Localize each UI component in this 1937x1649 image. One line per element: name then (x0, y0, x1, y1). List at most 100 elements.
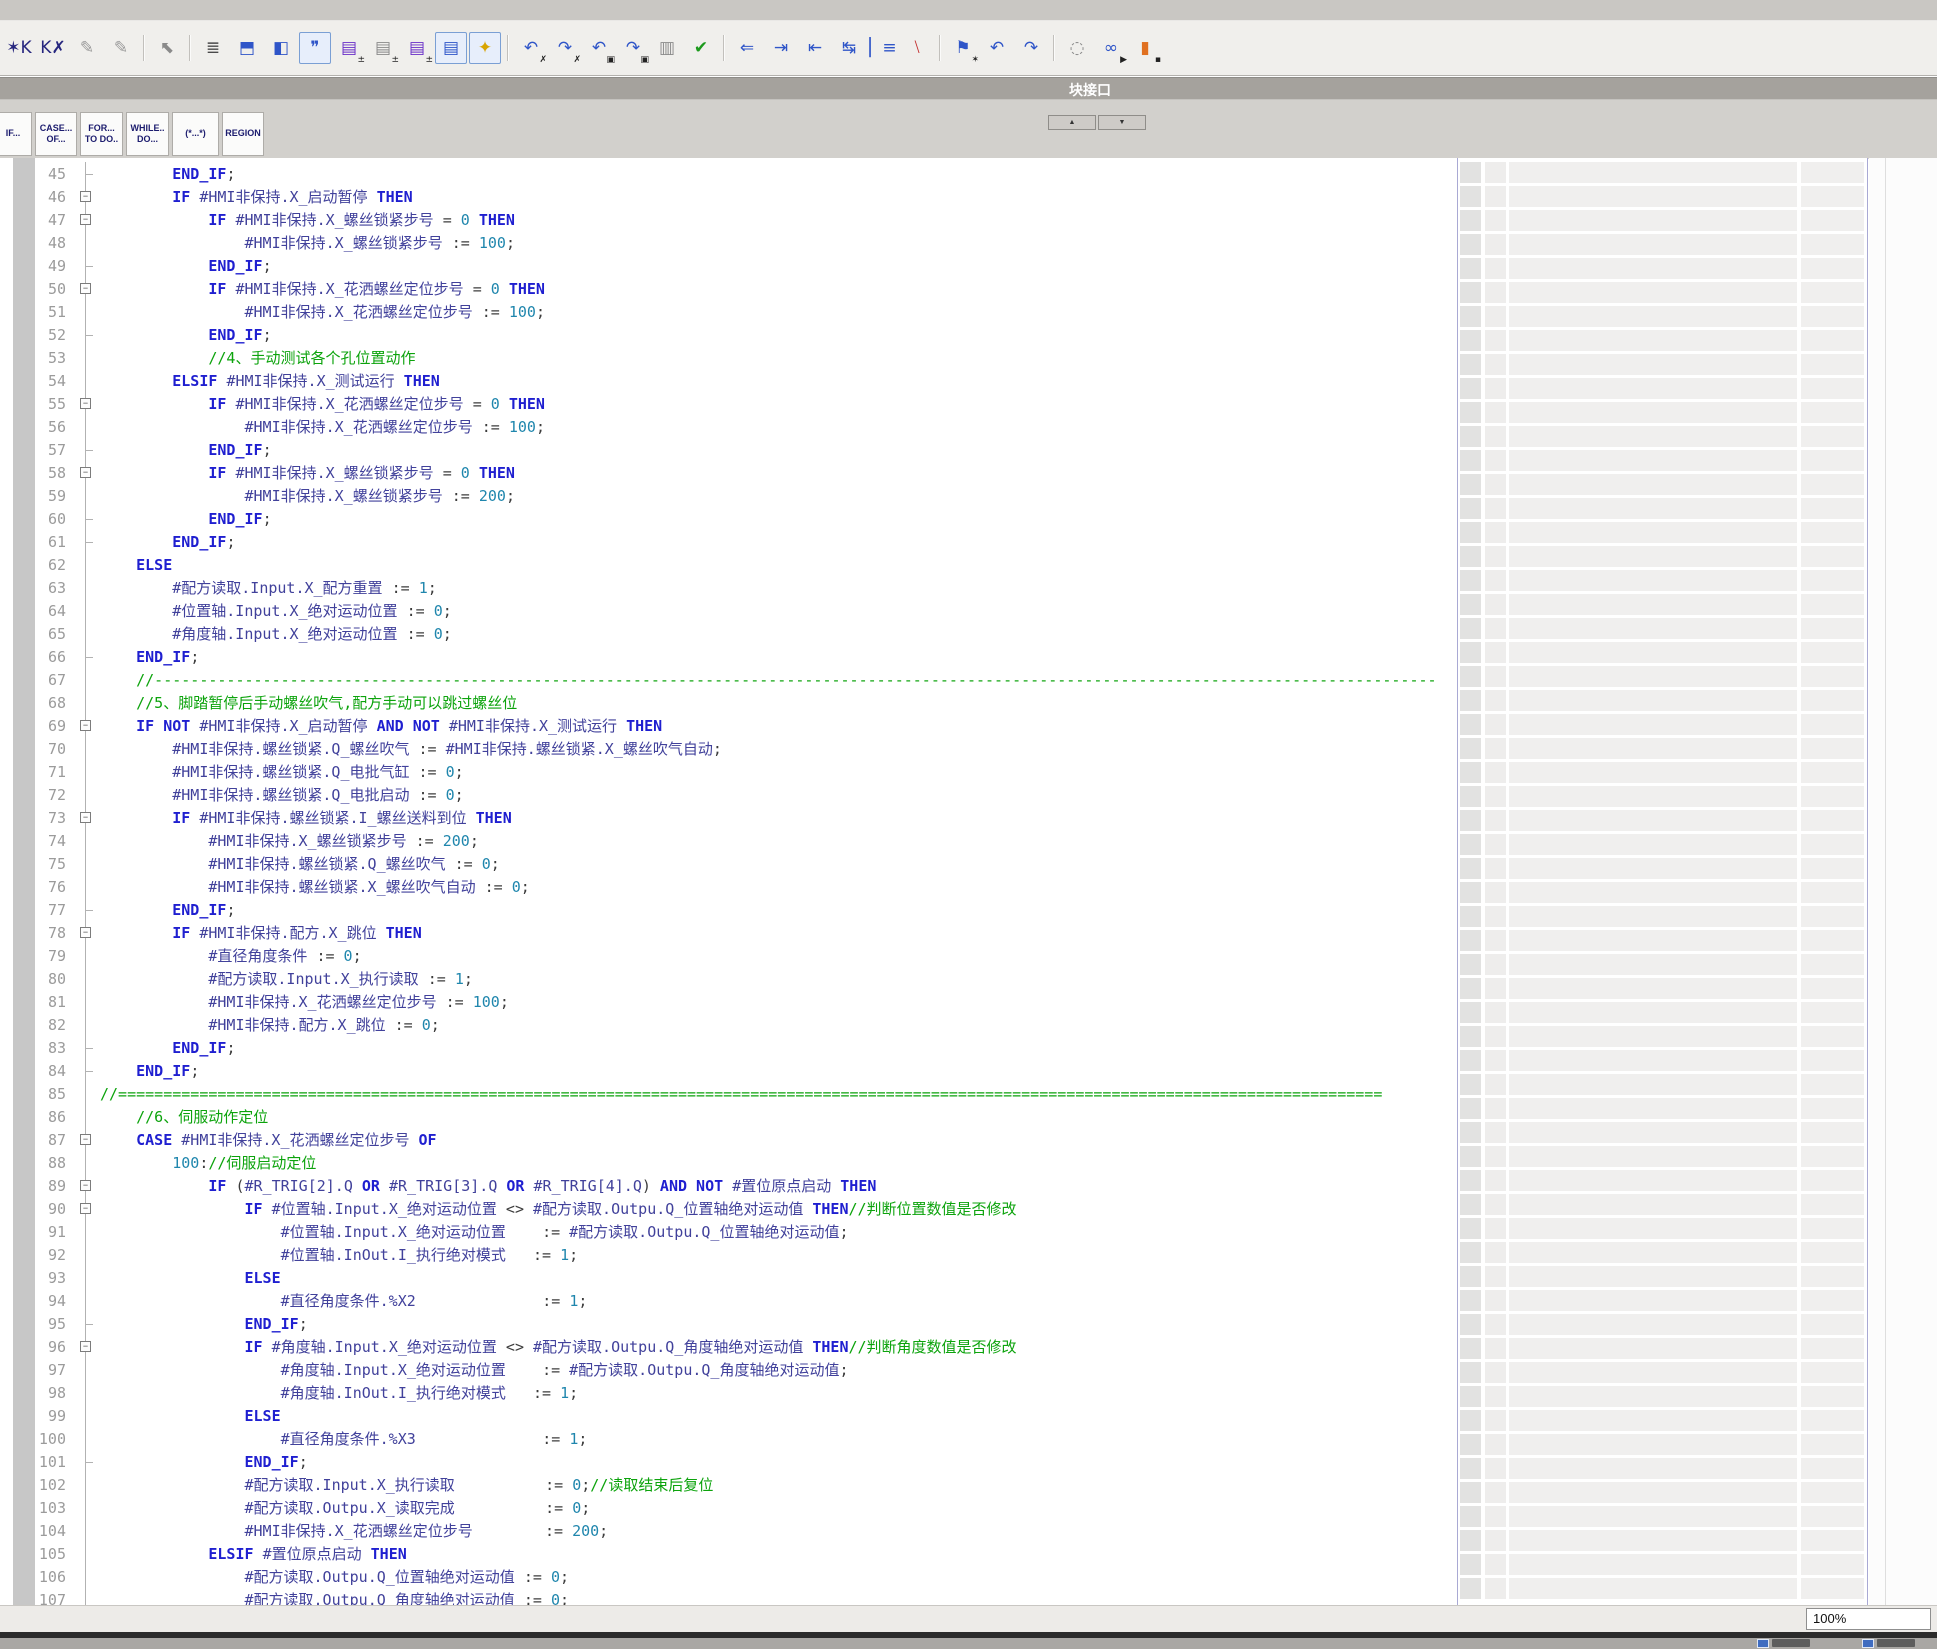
interface-table-cell[interactable] (1801, 210, 1864, 231)
code-line-52[interactable]: 52 END_IF; (0, 323, 1457, 346)
tab-while-do[interactable]: WHILE..DO... (126, 112, 169, 156)
interface-table-cell[interactable] (1801, 1554, 1864, 1575)
code-line-84[interactable]: 84 END_IF; (0, 1059, 1457, 1082)
interface-table-cell[interactable] (1509, 210, 1797, 231)
interface-table-cell[interactable] (1485, 978, 1506, 999)
interface-table-cell[interactable] (1485, 1482, 1506, 1503)
interface-table-cell[interactable] (1485, 186, 1506, 207)
interface-table-cell[interactable] (1801, 978, 1864, 999)
interface-table-cell[interactable] (1460, 306, 1481, 327)
interface-table-row[interactable] (1458, 978, 1867, 999)
interface-table-row[interactable] (1458, 810, 1867, 831)
interface-table-cell[interactable] (1485, 1218, 1506, 1239)
code-line-61[interactable]: 61 END_IF; (0, 530, 1457, 553)
tab-comment[interactable]: (*...*) (172, 112, 219, 156)
code-line-98[interactable]: 98 #角度轴.InOut.I_执行绝对模式 := 1; (0, 1381, 1457, 1404)
interface-table-cell[interactable] (1509, 810, 1797, 831)
interface-table-cell[interactable] (1485, 1074, 1506, 1095)
interface-expand-button[interactable]: ▲ (1048, 115, 1096, 130)
code-line-72[interactable]: 72 #HMI非保持.螺丝锁紧.Q_电批启动 := 0; (0, 783, 1457, 806)
interface-table-cell[interactable] (1460, 978, 1481, 999)
interface-table-row[interactable] (1458, 306, 1867, 327)
interface-table-cell[interactable] (1485, 1386, 1506, 1407)
interface-table-cell[interactable] (1460, 954, 1481, 975)
code-line-79[interactable]: 79 #直径角度条件 := 0; (0, 944, 1457, 967)
code-line-57[interactable]: 57 END_IF; (0, 438, 1457, 461)
interface-table-row[interactable] (1458, 546, 1867, 567)
interface-table-cell[interactable] (1509, 834, 1797, 855)
code-line-74[interactable]: 74 #HMI非保持.X_螺丝锁紧步号 := 200; (0, 829, 1457, 852)
interface-table-row[interactable] (1458, 1194, 1867, 1215)
interface-table-row[interactable] (1458, 450, 1867, 471)
interface-table-cell[interactable] (1485, 666, 1506, 687)
interface-table-cell[interactable] (1801, 618, 1864, 639)
interface-table-cell[interactable] (1801, 354, 1864, 375)
favorites-icon[interactable]: ✦ (469, 32, 501, 64)
interface-table-row[interactable] (1458, 498, 1867, 519)
interface-table-cell[interactable] (1485, 618, 1506, 639)
interface-table-row[interactable] (1458, 186, 1867, 207)
collapse-toggle-icon[interactable]: − (80, 467, 91, 478)
discard-changes-icon[interactable]: ↶✗ (515, 32, 547, 64)
interface-table-cell[interactable] (1485, 1194, 1506, 1215)
interface-table-cell[interactable] (1485, 450, 1506, 471)
interface-table-row[interactable] (1458, 1554, 1867, 1575)
code-line-102[interactable]: 102 #配方读取.Input.X_执行读取 := 0;//读取结束后复位 (0, 1473, 1457, 1496)
interface-table-cell[interactable] (1485, 1170, 1506, 1191)
interface-table-cell[interactable] (1460, 426, 1481, 447)
code-line-47[interactable]: 47− IF #HMI非保持.X_螺丝锁紧步号 = 0 THEN (0, 208, 1457, 231)
interface-table-cell[interactable] (1460, 1050, 1481, 1071)
interface-table[interactable] (1457, 158, 1868, 1605)
interface-table-row[interactable] (1458, 762, 1867, 783)
insert-row-after-icon[interactable]: ✎ (105, 32, 137, 64)
interface-table-cell[interactable] (1485, 594, 1506, 615)
interface-table-cell[interactable] (1460, 786, 1481, 807)
code-line-78[interactable]: 78− IF #HMI非保持.配方.X_跳位 THEN (0, 921, 1457, 944)
interface-table-cell[interactable] (1460, 522, 1481, 543)
scl-code-editor[interactable]: 45 END_IF;46− IF #HMI非保持.X_启动暂停 THEN47− … (0, 158, 1457, 1605)
collapse-all-icon[interactable]: ▤± (367, 32, 399, 64)
interface-table-cell[interactable] (1509, 522, 1797, 543)
interface-table-cell[interactable] (1509, 1122, 1797, 1143)
interface-table-cell[interactable] (1460, 642, 1481, 663)
interface-table-cell[interactable] (1801, 738, 1864, 759)
interface-table-cell[interactable] (1485, 738, 1506, 759)
collapse-toggle-icon[interactable]: − (80, 214, 91, 225)
outdent-icon[interactable]: ⇤ (799, 32, 831, 64)
interface-table-cell[interactable] (1801, 1194, 1864, 1215)
interface-table-cell[interactable] (1509, 1050, 1797, 1071)
code-line-66[interactable]: 66 END_IF; (0, 645, 1457, 668)
code-line-53[interactable]: 53 //4、手动测试各个孔位置动作 (0, 346, 1457, 369)
interface-table-cell[interactable] (1485, 234, 1506, 255)
interface-table-cell[interactable] (1460, 498, 1481, 519)
interface-table-cell[interactable] (1801, 282, 1864, 303)
interface-table-cell[interactable] (1509, 1098, 1797, 1119)
download-to-device-icon[interactable]: ↷▣ (617, 32, 649, 64)
interface-table-cell[interactable] (1509, 1074, 1797, 1095)
interface-table-row[interactable] (1458, 666, 1867, 687)
interface-table-row[interactable] (1458, 330, 1867, 351)
interface-table-row[interactable] (1458, 642, 1867, 663)
interface-table-cell[interactable] (1485, 570, 1506, 591)
code-line-67[interactable]: 67 //-----------------------------------… (0, 668, 1457, 691)
interface-table-cell[interactable] (1801, 1458, 1864, 1479)
interface-table-cell[interactable] (1509, 258, 1797, 279)
collapse-toggle-icon[interactable]: − (80, 1203, 91, 1214)
interface-table-cell[interactable] (1509, 1338, 1797, 1359)
interface-table-cell[interactable] (1801, 1290, 1864, 1311)
interface-table-cell[interactable] (1485, 1434, 1506, 1455)
interface-table-cell[interactable] (1801, 690, 1864, 711)
interface-table-cell[interactable] (1485, 498, 1506, 519)
interface-table-cell[interactable] (1485, 1530, 1506, 1551)
interface-table-cell[interactable] (1485, 810, 1506, 831)
interface-table-cell[interactable] (1801, 162, 1864, 183)
interface-table-cell[interactable] (1485, 1578, 1506, 1599)
interface-table-row[interactable] (1458, 378, 1867, 399)
interface-table-row[interactable] (1458, 858, 1867, 879)
code-line-75[interactable]: 75 #HMI非保持.螺丝锁紧.Q_螺丝吹气 := 0; (0, 852, 1457, 875)
interface-table-cell[interactable] (1485, 258, 1506, 279)
interface-table-cell[interactable] (1801, 858, 1864, 879)
interface-table-row[interactable] (1458, 282, 1867, 303)
interface-table-cell[interactable] (1801, 1098, 1864, 1119)
interface-table-cell[interactable] (1509, 426, 1797, 447)
